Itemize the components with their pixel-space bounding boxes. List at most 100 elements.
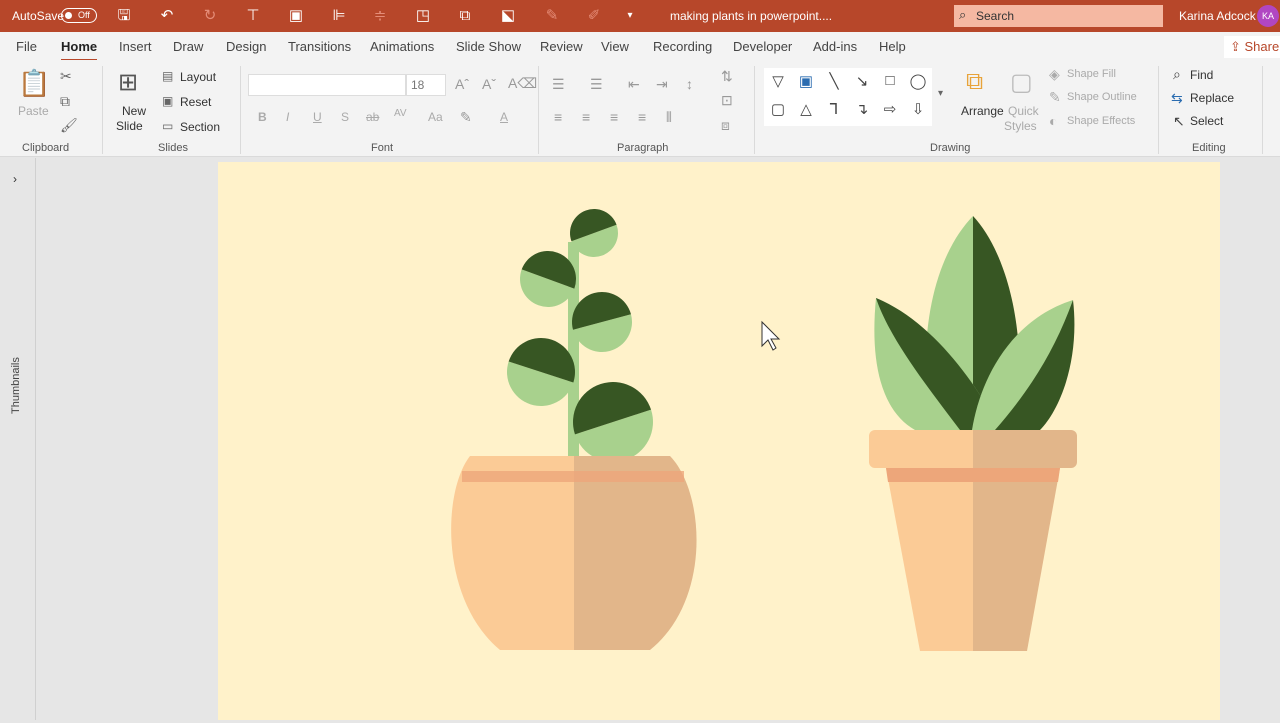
tab-animations[interactable]: Animations — [370, 39, 434, 54]
selection-pane-icon[interactable]: ⬕ — [498, 6, 518, 26]
cut-icon[interactable]: ✂ — [60, 68, 72, 85]
tab-home[interactable]: Home — [61, 39, 98, 62]
find-button[interactable]: Find — [1190, 68, 1213, 82]
expand-thumbnails-icon[interactable]: › — [13, 172, 17, 186]
elbow-arrow-shape-icon[interactable]: ↴ — [852, 100, 872, 118]
right-arrow-shape-icon[interactable]: ⇨ — [880, 100, 900, 118]
save-icon[interactable]: 🖫 — [114, 6, 134, 26]
redo-icon[interactable]: ↻ — [200, 6, 220, 26]
textbox-shape-icon[interactable]: ▣ — [796, 72, 816, 90]
smartart-icon[interactable]: ⧈ — [721, 117, 730, 134]
tab-add-ins[interactable]: Add-ins — [813, 39, 857, 54]
grow-font-icon[interactable]: Aˆ — [455, 76, 469, 92]
underline-button[interactable]: U — [313, 110, 322, 124]
tab-transitions[interactable]: Transitions — [288, 39, 351, 54]
decrease-indent-icon[interactable]: ⇤ — [628, 76, 640, 93]
align-right-icon[interactable]: ≡ — [610, 109, 618, 125]
character-spacing-button[interactable]: AV — [394, 108, 407, 119]
font-name-input[interactable] — [248, 74, 406, 96]
present-icon[interactable]: ⊤ — [243, 6, 263, 26]
distribute-icon[interactable]: ⧉ — [455, 6, 475, 26]
reset-button[interactable]: Reset — [180, 95, 211, 109]
customize-qat-icon[interactable]: ▾ — [620, 6, 640, 26]
new-slide-label-2[interactable]: Slide — [116, 119, 143, 133]
shapes-more-icon[interactable]: ▾ — [938, 88, 943, 99]
font-color-button[interactable]: A — [500, 110, 508, 124]
tab-design[interactable]: Design — [226, 39, 266, 54]
format-painter-icon[interactable]: 🖌 — [60, 117, 78, 134]
format-painter-icon[interactable]: ✎ — [542, 6, 562, 26]
triangle-shape-icon[interactable]: △ — [796, 100, 816, 118]
tab-file[interactable]: File — [16, 39, 37, 54]
avatar[interactable]: KA — [1257, 5, 1279, 27]
tab-view[interactable]: View — [601, 39, 629, 54]
align-center-icon[interactable]: ≑ — [370, 6, 390, 26]
undo-icon[interactable]: ↶ — [157, 6, 177, 26]
font-size-input[interactable]: 18 — [406, 74, 446, 96]
autosave-toggle[interactable]: Off — [61, 8, 97, 23]
round-pot — [451, 456, 697, 650]
italic-button[interactable]: I — [286, 110, 289, 124]
increase-indent-icon[interactable]: ⇥ — [656, 76, 668, 93]
document-title: making plants in powerpoint.... — [670, 9, 833, 23]
quick-styles-button-2[interactable]: Styles — [1004, 119, 1037, 133]
vine-leaves — [507, 209, 653, 462]
tab-review[interactable]: Review — [540, 39, 583, 54]
thumbnails-label[interactable]: Thumbnails — [10, 357, 22, 414]
shape-effects-button[interactable]: Shape Effects — [1067, 115, 1135, 127]
tab-insert[interactable]: Insert — [119, 39, 152, 54]
section-button[interactable]: Section — [180, 120, 220, 134]
shadow-button[interactable]: S — [341, 110, 349, 124]
rounded-rectangle-shape-icon[interactable]: ▢ — [768, 100, 788, 118]
textbox-icon[interactable]: ▣ — [286, 6, 306, 26]
arrow-line-shape-icon[interactable]: ↘ — [852, 72, 872, 90]
strikethrough-button[interactable]: ab — [366, 110, 379, 124]
new-slide-icon[interactable]: ⊞ — [118, 68, 138, 97]
align-icon[interactable]: ⊫ — [329, 6, 349, 26]
bullets-icon[interactable]: ☰ — [552, 76, 565, 93]
quick-styles-button[interactable]: Quick — [1008, 104, 1039, 118]
highlight-icon[interactable]: ✎ — [460, 109, 472, 126]
justify-icon[interactable]: ≡ — [638, 109, 646, 125]
elbow-connector-shape-icon[interactable]: ⅂ — [824, 100, 844, 118]
line-shape-icon[interactable]: ╲ — [824, 72, 844, 90]
shape-outline-button[interactable]: Shape Outline — [1067, 91, 1137, 103]
select-button[interactable]: Select — [1190, 114, 1223, 128]
change-case-button[interactable]: Aa — [428, 110, 443, 124]
share-button[interactable]: ⇪ Share — [1224, 36, 1280, 58]
brush-icon[interactable]: ✐ — [584, 6, 604, 26]
layout-button[interactable]: Layout — [180, 70, 216, 84]
tab-developer[interactable]: Developer — [733, 39, 792, 54]
copy-icon[interactable]: ⧉ — [60, 93, 70, 110]
tab-help[interactable]: Help — [879, 39, 906, 54]
replace-button[interactable]: Replace — [1190, 91, 1234, 105]
arrange-icon: ⧉ — [966, 68, 984, 95]
arrange-button[interactable]: Arrange — [961, 104, 1004, 118]
tab-slide-show[interactable]: Slide Show — [456, 39, 521, 54]
clear-format-icon[interactable]: A⌫ — [508, 75, 537, 92]
text-direction-icon[interactable]: ⇅ — [721, 68, 733, 85]
user-name[interactable]: Karina Adcock — [1179, 9, 1256, 23]
slide-canvas[interactable] — [218, 162, 1220, 720]
down-arrow-shape-icon[interactable]: ⇩ — [908, 100, 928, 118]
shrink-font-icon[interactable]: Aˇ — [482, 76, 496, 92]
line-spacing-icon[interactable]: ↕ — [686, 76, 693, 92]
numbering-icon[interactable]: ☰ — [590, 76, 603, 93]
paste-button[interactable]: Paste — [18, 104, 49, 118]
tab-draw[interactable]: Draw — [173, 39, 203, 54]
align-text-icon[interactable]: ⊡ — [721, 92, 733, 109]
tab-recording[interactable]: Recording — [653, 39, 712, 54]
align-left-icon[interactable]: ≡ — [554, 109, 562, 125]
shapes-gallery[interactable]: ▽ ▣ ╲ ↘ □ ◯ ▢ △ ⅂ ↴ ⇨ ⇩ — [764, 68, 932, 126]
align-center-icon[interactable]: ≡ — [582, 109, 590, 125]
search-box[interactable]: ⌕ Search — [954, 5, 1163, 27]
new-slide-label[interactable]: New — [122, 104, 146, 118]
rectangle-shape-icon[interactable]: □ — [880, 72, 900, 89]
shapes-icon[interactable]: ◳ — [413, 6, 433, 26]
columns-icon[interactable]: ⫴ — [666, 109, 672, 126]
paste-icon[interactable]: 📋 — [18, 68, 50, 99]
shape-fill-button[interactable]: Shape Fill — [1067, 68, 1116, 80]
bold-button[interactable]: B — [258, 110, 267, 124]
trapezoid-shape-icon[interactable]: ▽ — [768, 72, 788, 90]
oval-shape-icon[interactable]: ◯ — [908, 72, 928, 90]
